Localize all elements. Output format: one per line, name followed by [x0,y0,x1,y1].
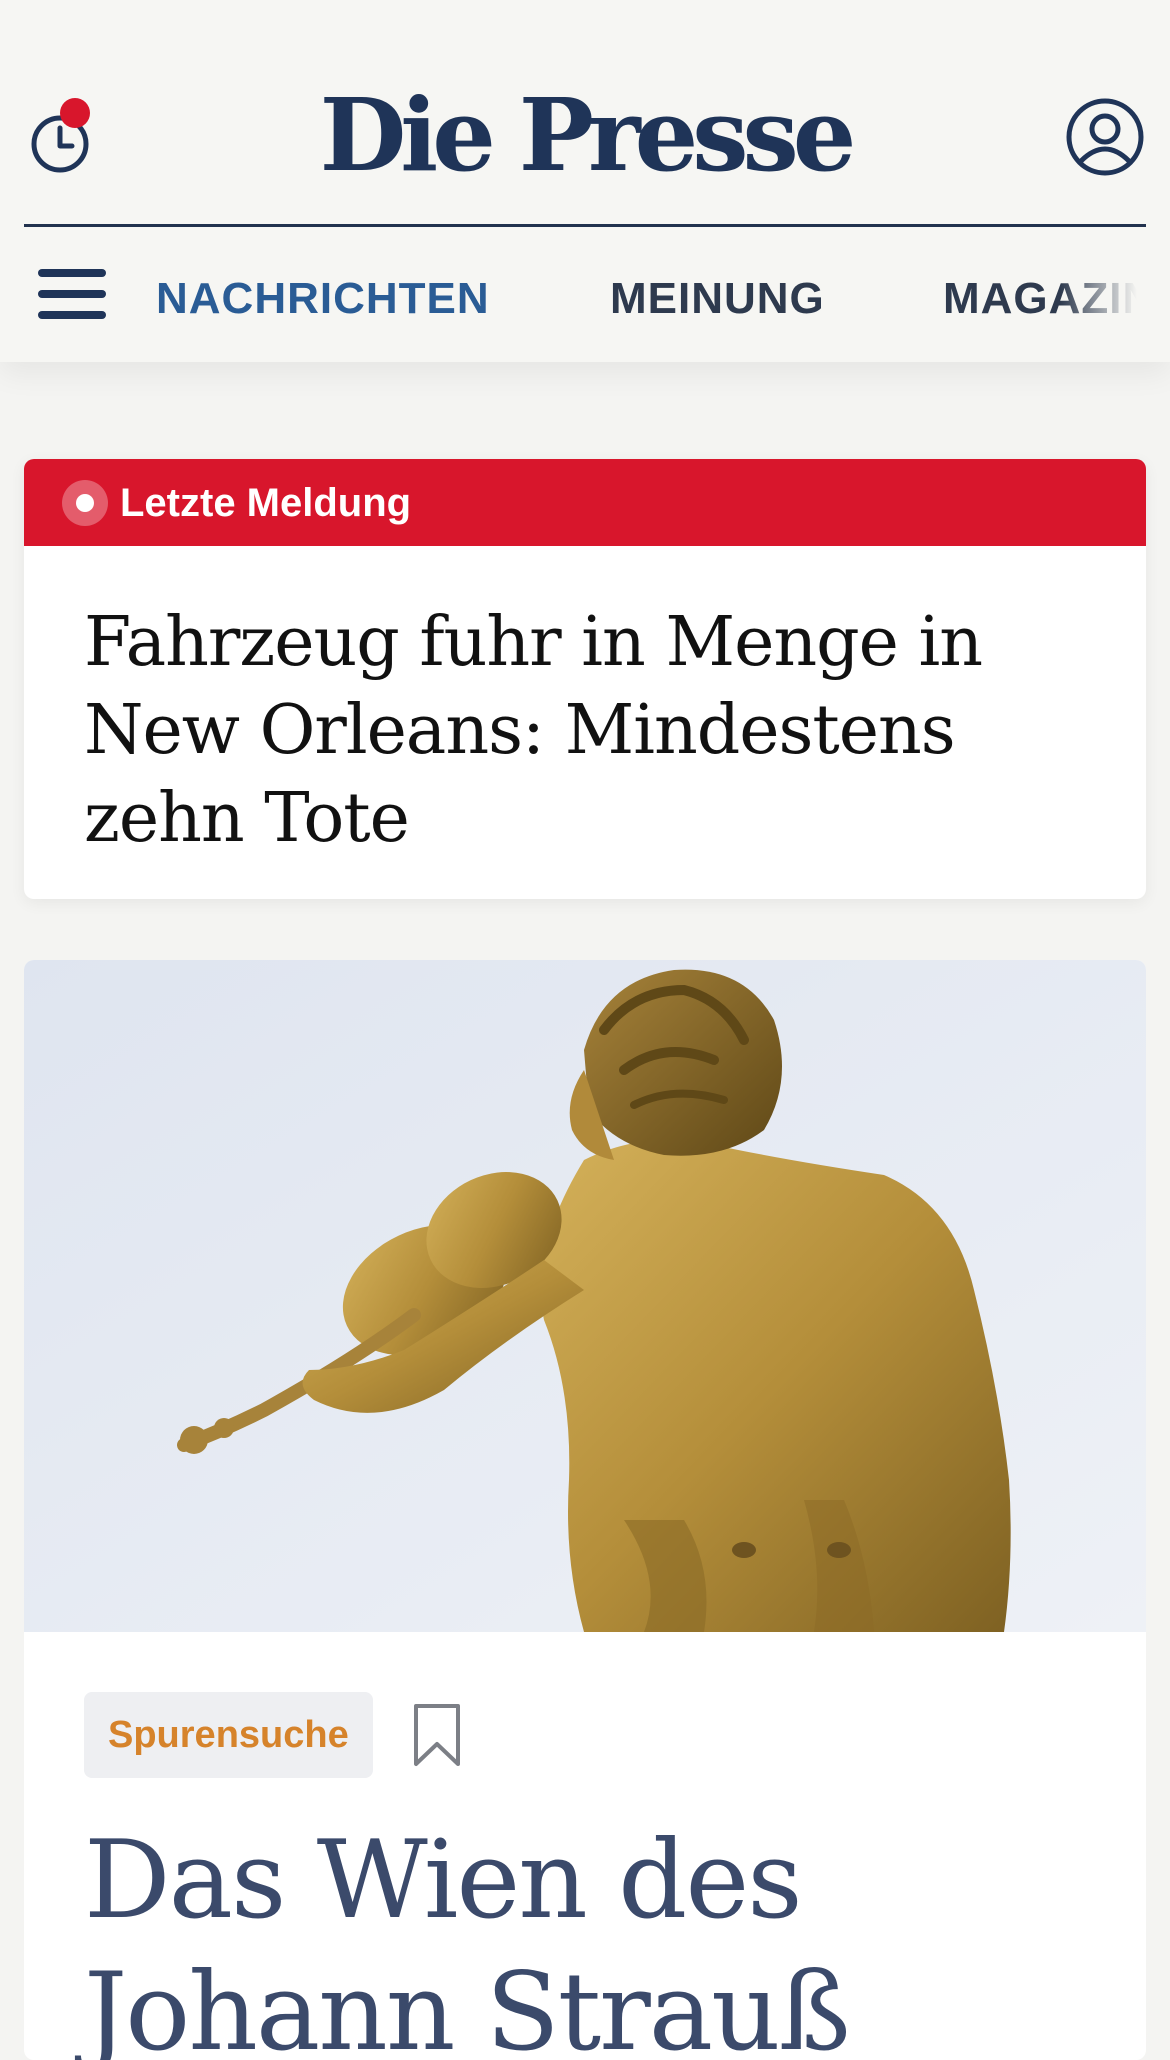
breaking-news-card[interactable]: Letzte Meldung Fahrzeug fuhr in Menge in… [24,459,1146,899]
site-header: Die Presse NACHRICHTEN MEINUNG MAGAZIN [0,0,1170,362]
live-indicator-icon [62,480,108,526]
account-button[interactable] [1065,97,1145,177]
site-logo[interactable]: Die Presse [0,80,1170,190]
nav-item-meinung[interactable]: MEINUNG [610,273,825,325]
account-icon [1066,98,1144,176]
breaking-headline[interactable]: Fahrzeug fuhr in Menge in New Orleans: M… [84,599,1094,863]
bookmark-icon [414,1704,460,1766]
bookmark-button[interactable] [410,1702,464,1768]
section-tag[interactable]: Spurensuche [84,1692,373,1778]
breaking-news-label: Letzte Meldung [120,481,412,525]
nav-item-nachrichten[interactable]: NACHRICHTEN [156,273,490,325]
feature-article-card[interactable]: Spurensuche Das Wien des Johann Strauß [24,960,1146,2060]
feature-title[interactable]: Das Wien des Johann Strauß [84,1815,1084,2060]
breaking-news-bar: Letzte Meldung [24,459,1146,546]
nav-scroll-fade [1060,227,1170,362]
feature-image[interactable] [24,960,1146,1632]
main-nav: NACHRICHTEN MEINUNG MAGAZIN [0,227,1170,362]
hamburger-menu-icon[interactable] [38,269,106,325]
